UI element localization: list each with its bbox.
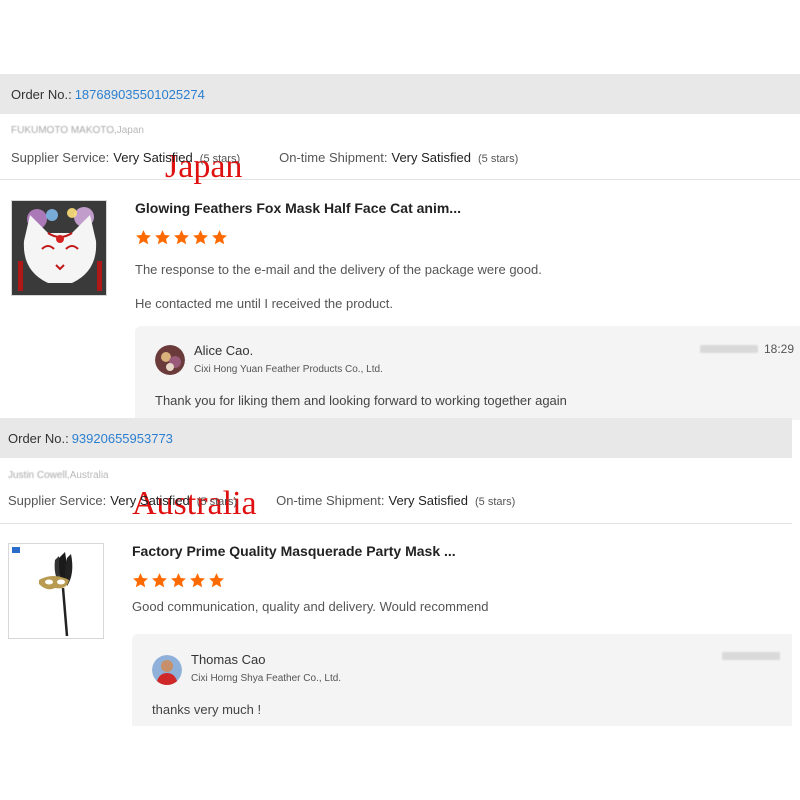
star-icon: [152, 573, 167, 588]
star-icon: [174, 230, 189, 245]
product-title-link[interactable]: Factory Prime Quality Masquerade Party M…: [132, 543, 456, 559]
buyer-line: Justin Cowell,Australia: [8, 470, 109, 481]
seller-reply: Alice Cao. Cixi Hong Yuan Feather Produc…: [135, 326, 800, 420]
reply-date-blurred: [722, 652, 780, 660]
reply-time: 18:29: [700, 342, 794, 356]
shipment-label: On-time Shipment:: [276, 493, 385, 508]
star-rating: [135, 229, 228, 246]
order-bar: Order No.: 187689035501025274: [0, 74, 800, 114]
order-number-link[interactable]: 187689035501025274: [75, 87, 205, 102]
star-icon: [212, 230, 227, 245]
star-icon: [133, 573, 148, 588]
review-comment: The response to the e-mail and the deliv…: [135, 262, 542, 277]
reply-time-text: 18:29: [764, 342, 795, 356]
supplier-service-stars: (5 stars): [199, 153, 241, 165]
reply-text: Thank you for liking them and looking fo…: [155, 393, 567, 408]
order-label: Order No.:: [11, 86, 72, 102]
buyer-country: Japan: [116, 125, 144, 136]
review-card: Order No.: 93920655953773 Justin Cowell,…: [0, 418, 792, 764]
supplier-service-rating: Very Satisfied: [113, 150, 193, 165]
shipment-stars: (5 stars): [475, 496, 516, 508]
star-icon: [193, 230, 208, 245]
reply-text: thanks very much !: [152, 702, 262, 717]
fox-mask-image: [12, 201, 106, 295]
seller-name: Alice Cao.: [194, 343, 254, 358]
buyer-name: FUKUMOTO MAKOTO: [11, 125, 114, 136]
seller-reply: Thomas Cao Cixi Horng Shya Feather Co., …: [132, 634, 792, 726]
supplier-service-label: Supplier Service:: [11, 150, 110, 165]
buyer-country: Australia: [69, 470, 109, 481]
star-icon: [155, 230, 170, 245]
buyer-name: Justin Cowell: [8, 470, 67, 481]
shipment-rating: Very Satisfied: [388, 493, 469, 508]
product-review: Glowing Feathers Fox Mask Half Face Cat …: [0, 180, 800, 420]
masquerade-mask-image: [9, 544, 103, 638]
shipment-label: On-time Shipment:: [279, 150, 388, 165]
review-comment: Good communication, quality and delivery…: [132, 599, 489, 614]
star-icon: [190, 573, 205, 588]
seller-company: Cixi Horng Shya Feather Co., Ltd.: [191, 673, 342, 684]
buyer-line: FUKUMOTO MAKOTO,Japan: [11, 125, 144, 136]
buyer-info: FUKUMOTO MAKOTO,Japan Japan Supplier Ser…: [0, 114, 800, 184]
star-icon: [171, 573, 186, 588]
order-number-link[interactable]: 93920655953773: [72, 431, 173, 446]
shipment-stars: (5 stars): [478, 153, 519, 165]
product-thumbnail[interactable]: [8, 543, 104, 639]
supplier-service-rating: Very Satisfied: [110, 493, 190, 508]
buyer-info: Justin Cowell,Australia Australia Suppli…: [0, 458, 792, 524]
seller-avatar: [152, 655, 182, 685]
product-thumbnail[interactable]: [11, 200, 107, 296]
product-review: Factory Prime Quality Masquerade Party M…: [0, 524, 792, 764]
shipment-rating: Very Satisfied: [391, 150, 472, 165]
seller-name: Thomas Cao: [191, 652, 266, 667]
star-icon: [136, 230, 151, 245]
reply-time: [722, 652, 786, 660]
reply-date-blurred: [700, 345, 758, 353]
review-comment: He contacted me until I received the pro…: [135, 296, 393, 311]
order-label: Order No.:: [8, 430, 69, 446]
seller-company: Cixi Hong Yuan Feather Products Co., Ltd…: [194, 364, 383, 375]
supplier-service-stars: (5 stars): [196, 496, 238, 508]
product-title-link[interactable]: Glowing Feathers Fox Mask Half Face Cat …: [135, 200, 461, 216]
service-ratings: Supplier Service: Very Satisfied (5 star…: [8, 493, 515, 508]
order-bar: Order No.: 93920655953773: [0, 418, 792, 458]
star-rating: [132, 572, 225, 589]
service-ratings: Supplier Service: Very Satisfied (5 star…: [11, 150, 518, 165]
star-icon: [209, 573, 224, 588]
seller-avatar: [155, 345, 185, 375]
review-card: Order No.: 187689035501025274 FUKUMOTO M…: [0, 74, 800, 420]
supplier-service-label: Supplier Service:: [8, 493, 107, 508]
